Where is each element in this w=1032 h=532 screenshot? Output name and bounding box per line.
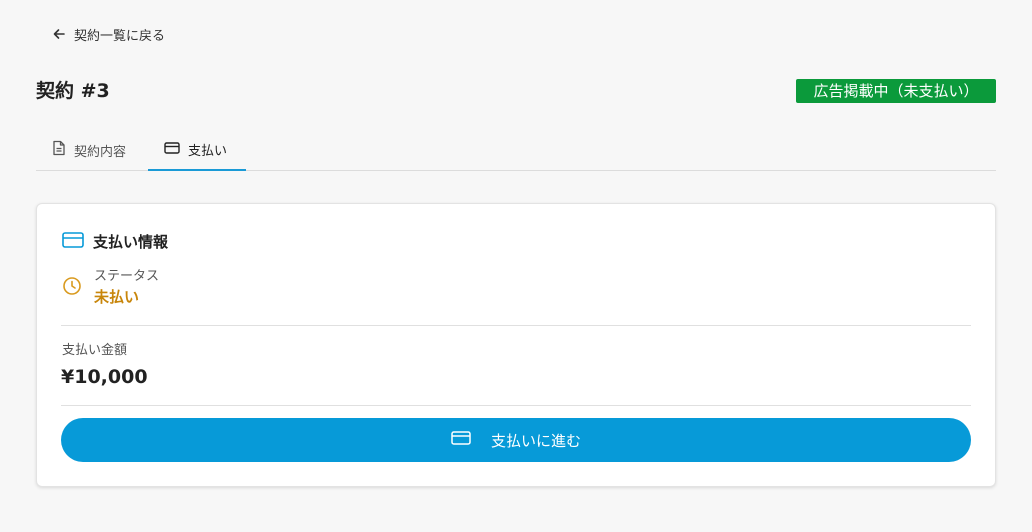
- tab-label: 支払い: [188, 144, 228, 159]
- arrow-left-icon: [52, 27, 66, 41]
- card-title: 支払い情報: [93, 233, 169, 251]
- tab-bar: 契約内容 支払い: [36, 130, 996, 171]
- clock-icon: [62, 276, 82, 300]
- credit-card-icon: [62, 231, 84, 252]
- credit-card-icon: [451, 431, 471, 449]
- back-to-contracts-link[interactable]: 契約一覧に戻る: [52, 24, 165, 44]
- document-icon: [52, 140, 66, 160]
- status-value: 未払い: [94, 288, 140, 306]
- page-title: 契約 #3: [36, 80, 110, 102]
- amount-value: ¥10,000: [61, 366, 148, 388]
- proceed-to-payment-button[interactable]: 支払いに進む: [61, 418, 971, 462]
- contract-detail-page: { "back_link": { "label": "契約一覧に戻る", "ic…: [0, 0, 1032, 532]
- back-link-label: 契約一覧に戻る: [74, 28, 166, 44]
- amount-label: 支払い金額: [62, 343, 128, 358]
- status-label: ステータス: [94, 269, 160, 284]
- divider: [61, 405, 971, 406]
- tab-payment[interactable]: 支払い: [148, 130, 246, 171]
- payment-info-card: 支払い情報 ステータス 未払い 支払い金額 ¥10,000 支払いに進む: [36, 203, 996, 487]
- tab-contract-details[interactable]: 契約内容: [52, 130, 162, 170]
- divider: [61, 325, 971, 326]
- payment-status: ステータス 未払い: [62, 268, 159, 308]
- card-header: 支払い情報: [62, 231, 168, 252]
- tab-label: 契約内容: [74, 144, 127, 160]
- button-label: 支払いに進む: [490, 431, 581, 450]
- credit-card-icon: [164, 141, 180, 158]
- status-badge: 広告掲載中（未支払い）: [796, 79, 996, 103]
